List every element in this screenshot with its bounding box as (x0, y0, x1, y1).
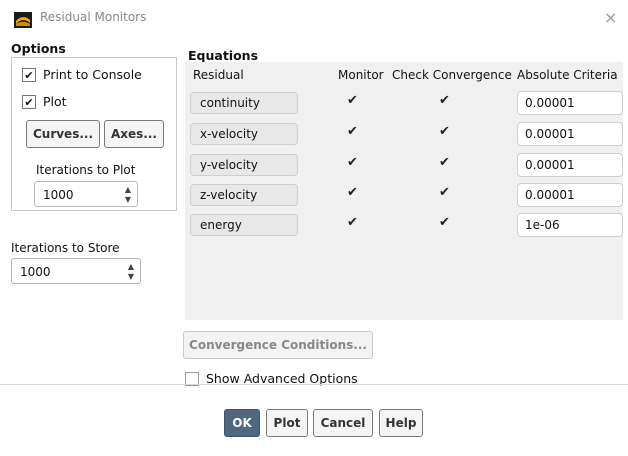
fluent-logo-icon (14, 12, 32, 28)
residual-name-y-velocity: y-velocity (190, 154, 298, 176)
iterations-to-store-value: 1000 (20, 265, 51, 279)
check-convergence-column-header: Check Convergence (392, 68, 512, 82)
residual-name-x-velocity: x-velocity (190, 123, 298, 145)
ok-button[interactable]: OK (224, 409, 260, 437)
convergence-conditions-button[interactable]: Convergence Conditions... (183, 331, 373, 359)
iterations-to-plot-value: 1000 (43, 188, 74, 202)
absolute-criteria-input[interactable]: 0.00001 (517, 153, 623, 177)
close-icon[interactable]: × (604, 8, 617, 27)
check-convergence-checkbox[interactable]: ✔ (439, 185, 450, 200)
check-convergence-checkbox[interactable]: ✔ (439, 215, 450, 230)
residual-name-continuity: continuity (190, 92, 298, 114)
absolute-criteria-input[interactable]: 0.00001 (517, 122, 623, 146)
monitor-checkbox[interactable]: ✔ (347, 93, 358, 108)
equations-heading: Equations (188, 48, 259, 63)
spin-up-icon[interactable]: ▲ (128, 262, 134, 271)
monitor-checkbox[interactable]: ✔ (347, 124, 358, 139)
monitor-checkbox[interactable]: ✔ (347, 185, 358, 200)
absolute-criteria-input[interactable]: 0.00001 (517, 91, 623, 115)
monitor-checkbox[interactable]: ✔ (347, 215, 358, 230)
residual-name-z-velocity: z-velocity (190, 184, 298, 206)
monitor-checkbox[interactable]: ✔ (347, 155, 358, 170)
options-heading: Options (11, 41, 66, 56)
iterations-to-store-spinner[interactable]: 1000 ▲ ▼ (11, 258, 141, 284)
title-bar: Residual Monitors × (0, 0, 628, 38)
axes-button[interactable]: Axes... (104, 120, 164, 148)
spin-up-icon[interactable]: ▲ (125, 185, 131, 194)
iterations-to-plot-spinner[interactable]: 1000 ▲ ▼ (34, 181, 138, 207)
spin-down-icon[interactable]: ▼ (125, 195, 131, 204)
curves-button[interactable]: Curves... (26, 120, 100, 148)
help-button[interactable]: Help (379, 409, 423, 437)
plot-label: Plot (43, 94, 67, 109)
cancel-button[interactable]: Cancel (313, 409, 373, 437)
check-convergence-checkbox[interactable]: ✔ (439, 124, 450, 139)
absolute-criteria-column-header: Absolute Criteria (517, 68, 618, 82)
residual-name-energy: energy (190, 214, 298, 236)
monitor-column-header: Monitor (338, 68, 384, 82)
print-to-console-checkbox[interactable]: ✔ (22, 68, 36, 82)
plot-checkbox[interactable]: ✔ (22, 95, 36, 109)
check-convergence-checkbox[interactable]: ✔ (439, 93, 450, 108)
plot-button[interactable]: Plot (266, 409, 308, 437)
footer-divider (0, 384, 628, 385)
spin-down-icon[interactable]: ▼ (128, 272, 134, 281)
check-convergence-checkbox[interactable]: ✔ (439, 155, 450, 170)
window-title: Residual Monitors (40, 10, 147, 24)
iterations-to-plot-label: Iterations to Plot (36, 163, 136, 177)
iterations-to-store-label: Iterations to Store (11, 241, 120, 255)
checkmark-icon: ✔ (24, 68, 34, 82)
residual-column-header: Residual (193, 68, 244, 82)
print-to-console-label: Print to Console (43, 67, 142, 82)
absolute-criteria-input[interactable]: 1e-06 (517, 213, 623, 237)
checkmark-icon: ✔ (24, 95, 34, 109)
absolute-criteria-input[interactable]: 0.00001 (517, 183, 623, 207)
